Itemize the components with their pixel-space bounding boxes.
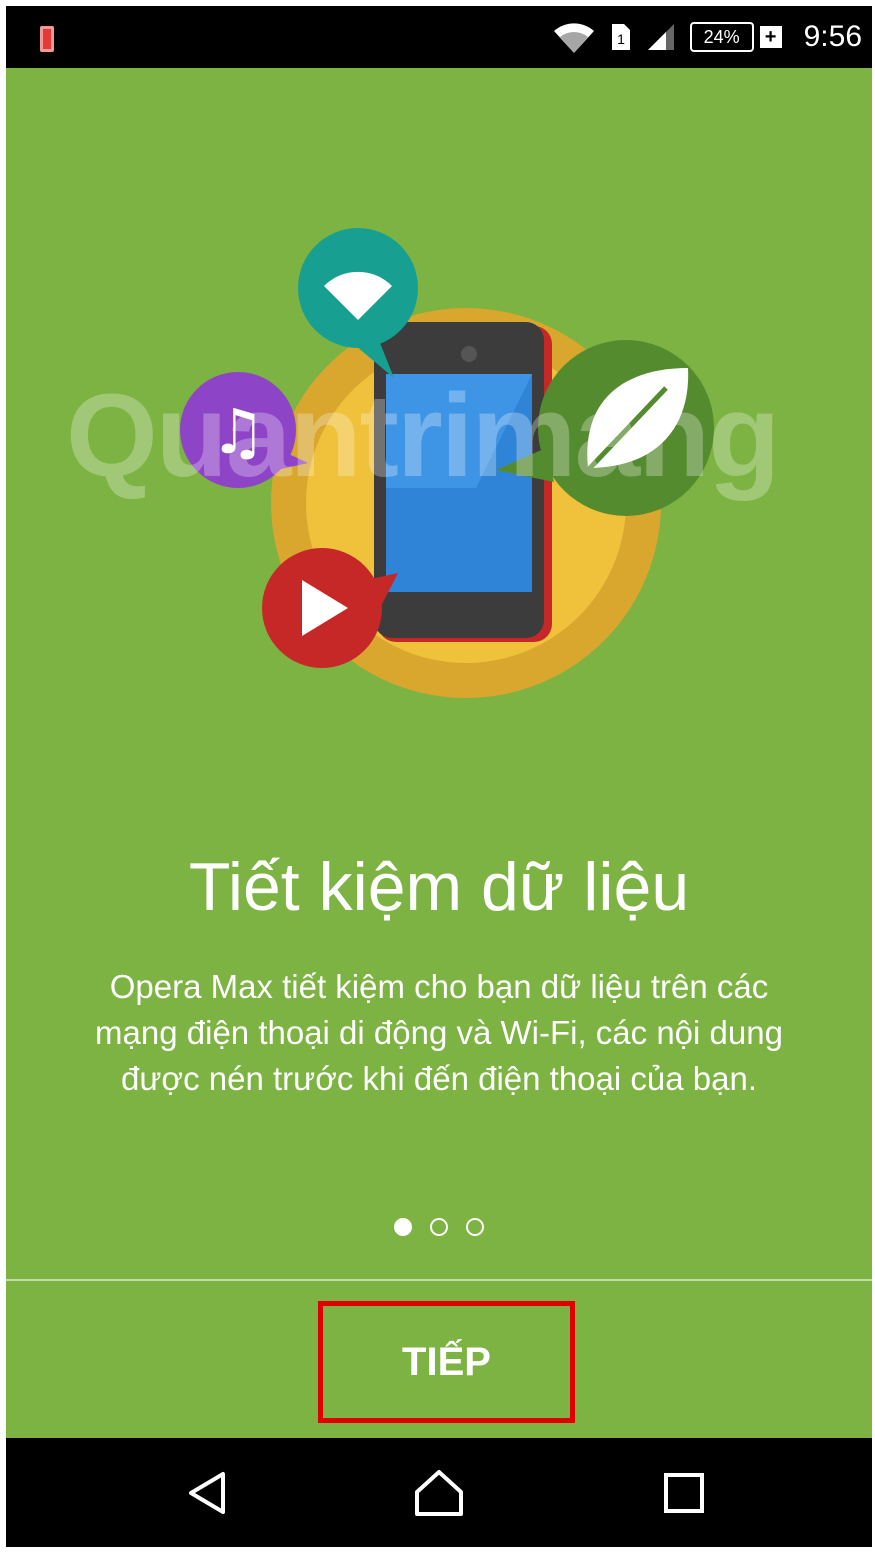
svg-text:1: 1 (617, 31, 625, 47)
notification-icon (40, 26, 54, 52)
status-bar: 1 24% + 9:56 (6, 6, 872, 68)
back-button[interactable] (148, 1438, 268, 1547)
next-button-label: TIẾP (402, 1339, 491, 1384)
onboarding-page: ♫ Quantrimang Tiết kiệm dữ liệu Opera Ma… (6, 68, 872, 1438)
battery-level: 24% (703, 27, 740, 47)
charging-icon: + (759, 26, 782, 48)
back-icon (189, 1471, 225, 1514)
watermark: Quantrimang (66, 370, 780, 502)
wifi-icon (553, 23, 594, 53)
page-dot-2 (430, 1218, 448, 1236)
navigation-bar (6, 1438, 872, 1547)
recent-apps-button[interactable] (624, 1438, 744, 1547)
divider (6, 1279, 872, 1281)
page-description: Opera Max tiết kiệm cho bạn dữ liệu trên… (95, 968, 783, 1097)
home-icon (415, 1469, 463, 1516)
next-button[interactable]: TIẾP (318, 1301, 575, 1423)
page-dot-1 (394, 1218, 412, 1236)
signal-icon (647, 24, 674, 50)
clock: 9:56 (803, 20, 862, 53)
battery-indicator: 24% + (689, 22, 782, 52)
status-icons: 1 24% + 9:56 (552, 6, 862, 68)
page-indicator (6, 1218, 872, 1236)
page-title: Tiết kiệm dữ liệu (188, 849, 690, 925)
page-dot-3 (466, 1218, 484, 1236)
battery-icon: 24% (689, 22, 754, 52)
home-button[interactable] (379, 1438, 499, 1547)
sim-icon: 1 (611, 24, 630, 50)
screen: 1 24% + 9:56 ♫ Quantrimang Tiết kiệm dữ … (0, 0, 875, 1553)
recent-apps-icon (664, 1472, 704, 1513)
